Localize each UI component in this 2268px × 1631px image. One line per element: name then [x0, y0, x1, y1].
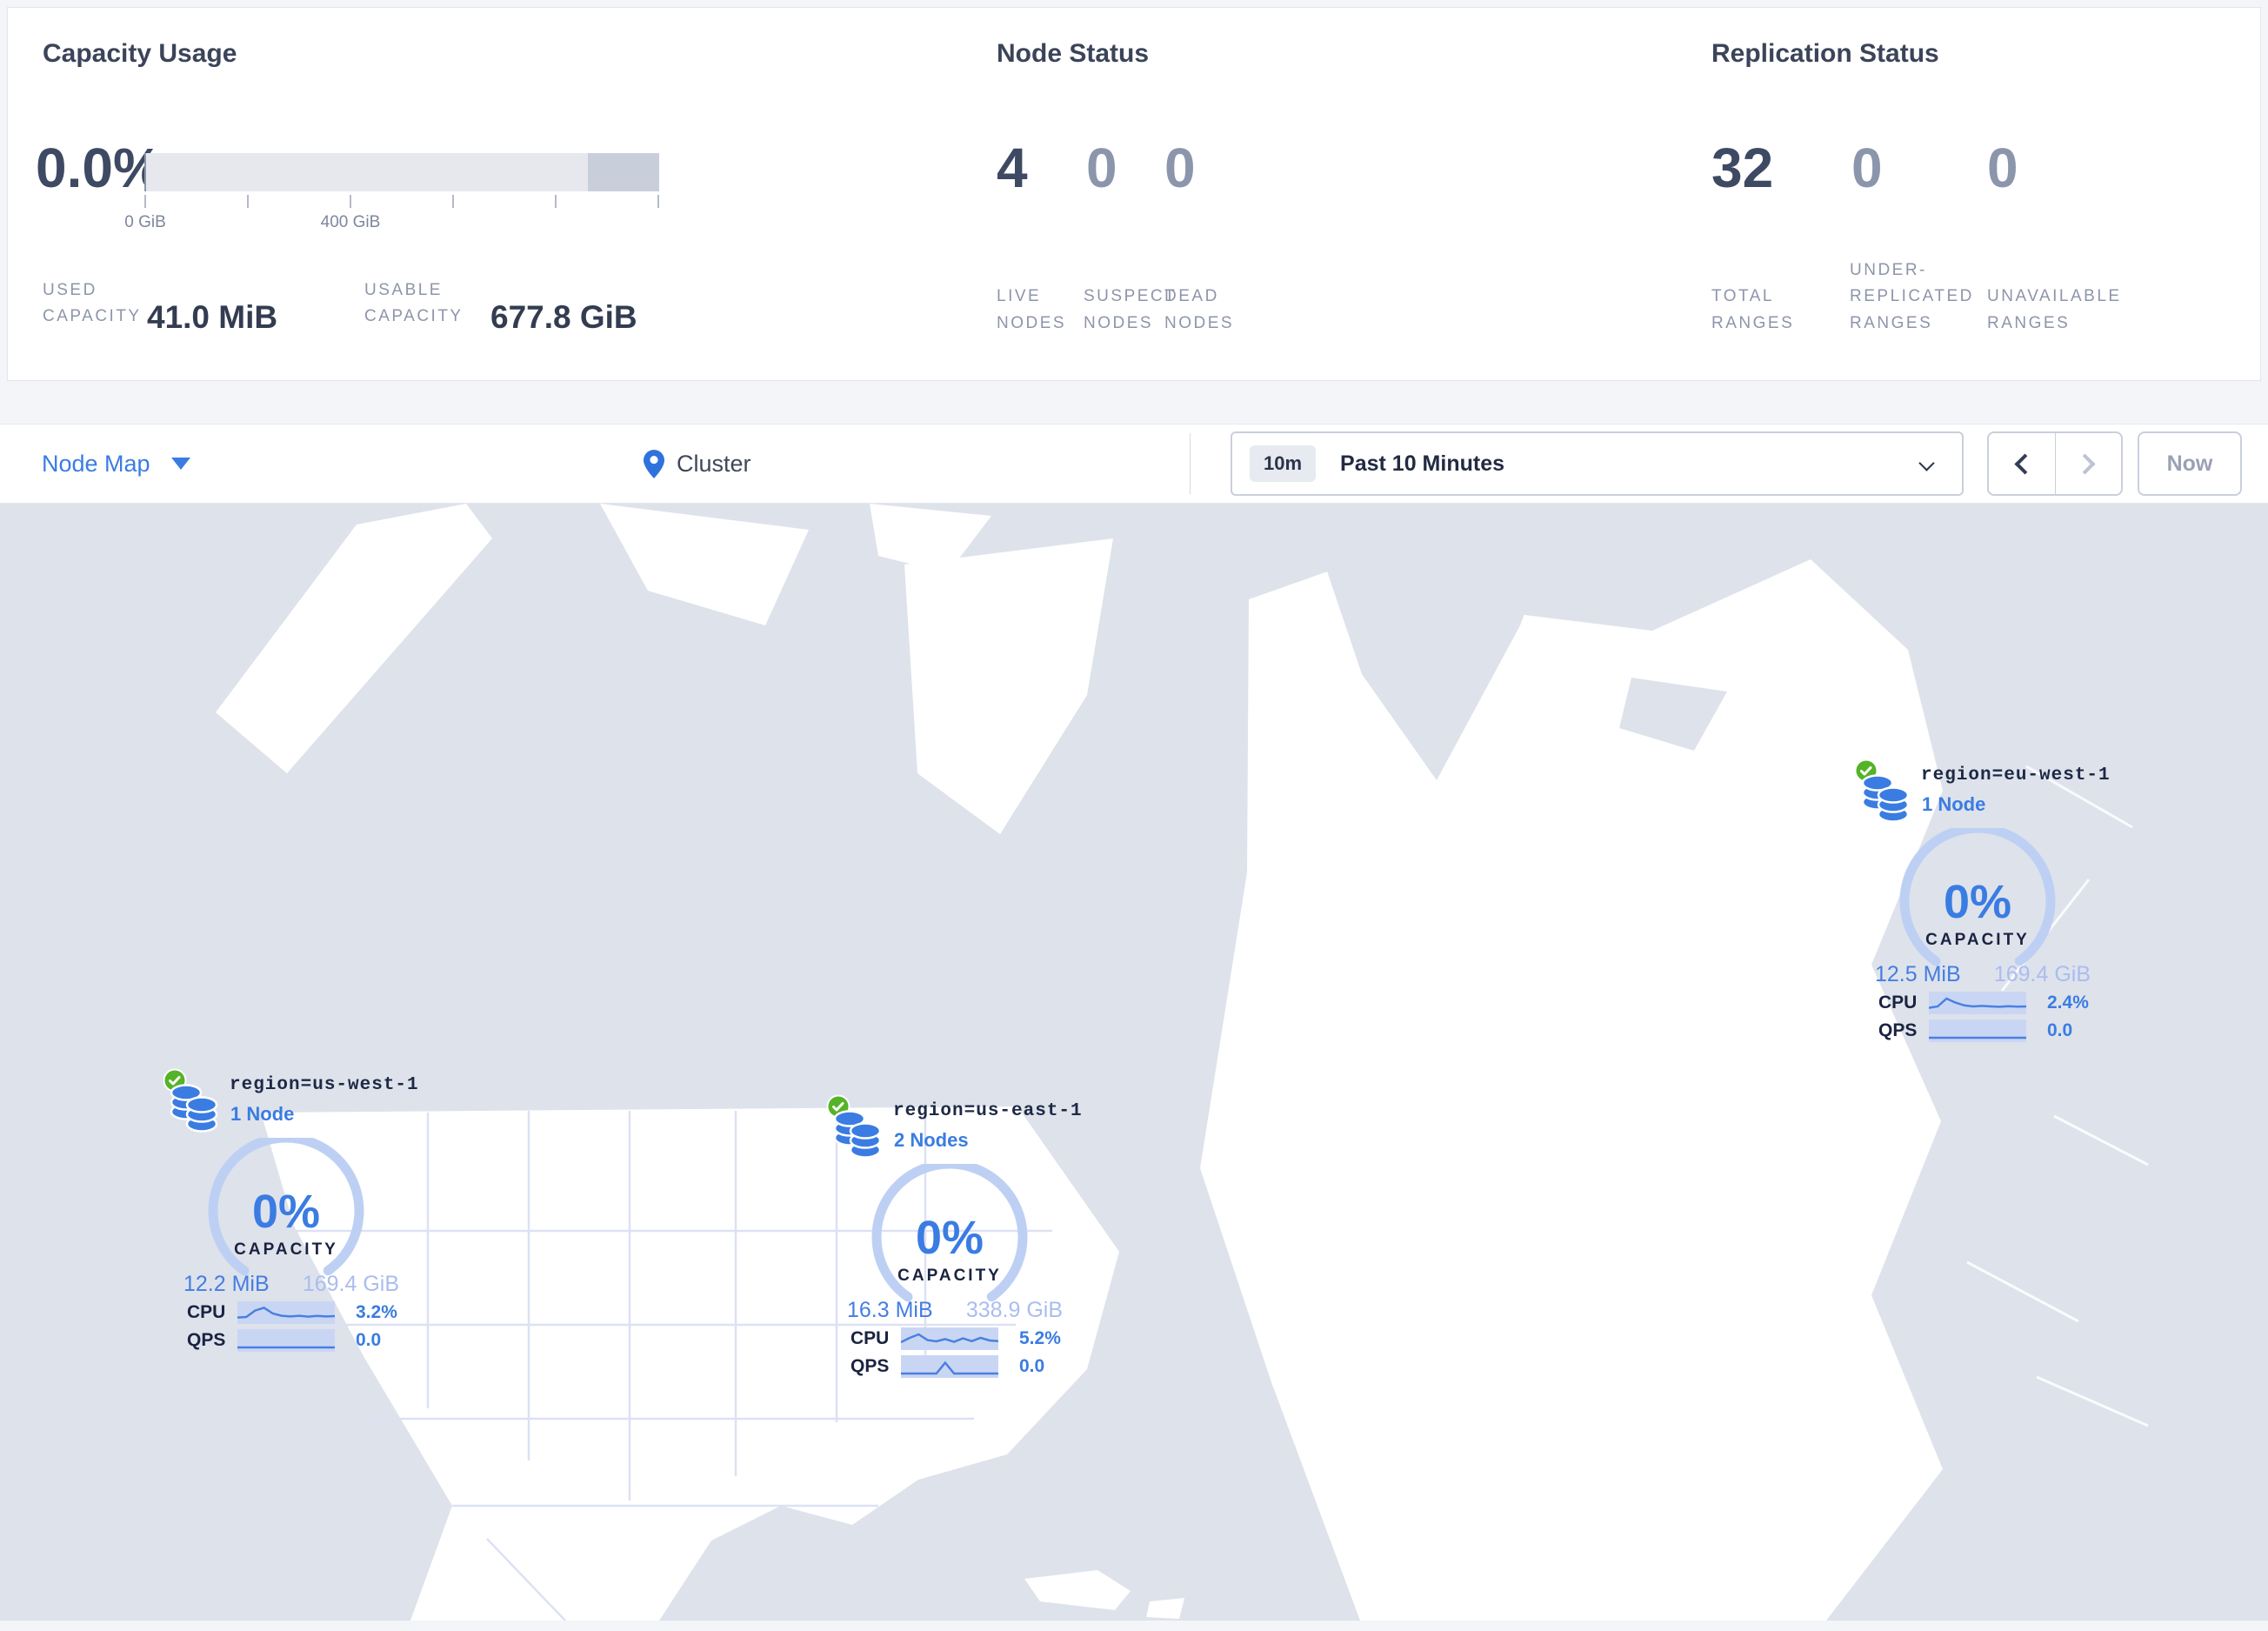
qps-value: 0.0	[356, 1330, 382, 1350]
region-used-capacity: 16.3 MiB	[847, 1298, 933, 1322]
view-selector-label: Node Map	[42, 450, 150, 477]
region-marker-eu-west-1[interactable]: region=eu-west-1 1 Node 0% CAPACITY 12.5…	[1854, 759, 2115, 1047]
toolbar-divider	[1190, 433, 1191, 494]
live-nodes-label: LIVE NODES	[997, 287, 1067, 332]
capacity-bar-reserved-segment	[588, 153, 659, 191]
qps-label: QPS	[187, 1330, 226, 1350]
suspect-nodes-label: SUSPECT NODES	[1084, 287, 1177, 332]
node-map-page: Capacity Usage 0.0% 0 GiB 400 GiB USED C…	[0, 0, 2268, 1631]
region-name: region=us-west-1	[230, 1075, 419, 1095]
qps-label: QPS	[1878, 1020, 1918, 1040]
node-status-title: Node Status	[997, 39, 1150, 68]
used-capacity-label: USED CAPACITY	[43, 281, 142, 326]
region-used-capacity: 12.5 MiB	[1875, 962, 1961, 986]
live-nodes-value: 4	[997, 137, 1028, 199]
capacity-axis-tick	[350, 195, 351, 208]
region-capacity-percent: 0%	[1943, 876, 2012, 928]
unavailable-ranges-label: UNAVAILABLE RANGES	[1987, 287, 2122, 332]
qps-sparkline	[901, 1355, 998, 1378]
under-replicated-ranges-label: UNDER- REPLICATED RANGES	[1850, 260, 1974, 332]
capacity-usage-title: Capacity Usage	[43, 39, 237, 68]
breadcrumb-cluster-label: Cluster	[677, 450, 751, 477]
time-range-badge: 10m	[1250, 445, 1317, 482]
region-name: region=eu-west-1	[1921, 765, 2111, 785]
world-map[interactable]: region=us-west-1 1 Node 0% CAPACITY 12.2…	[0, 504, 2268, 1621]
cluster-summary-panel: Capacity Usage 0.0% 0 GiB 400 GiB USED C…	[7, 7, 2261, 381]
cpu-sparkline	[237, 1301, 335, 1324]
database-stack-icon	[170, 1084, 218, 1133]
capacity-axis-tick	[452, 195, 454, 208]
view-selector-dropdown[interactable]: Node Map	[42, 424, 190, 503]
map-background	[0, 504, 2268, 1621]
region-capacity-percent: 0%	[915, 1212, 984, 1264]
capacity-axis-tick	[555, 195, 557, 208]
region-name: region=us-east-1	[893, 1101, 1083, 1121]
map-pin-icon	[644, 449, 664, 478]
cpu-label: CPU	[850, 1328, 890, 1348]
capacity-axis-tick	[657, 195, 659, 208]
unavailable-ranges-value: 0	[1987, 137, 2018, 199]
capacity-bar-used-segment	[144, 153, 146, 191]
region-usable-capacity: 338.9 GiB	[965, 1298, 1063, 1322]
cpu-value: 2.4%	[2047, 993, 2089, 1013]
chevron-down-icon	[1918, 455, 1935, 471]
database-stack-icon	[1861, 774, 1910, 823]
capacity-axis-tick	[144, 195, 146, 208]
total-ranges-label: TOTAL RANGES	[1711, 287, 1795, 332]
time-step-back-button[interactable]	[1989, 433, 2056, 494]
time-range-dropdown[interactable]: 10m Past 10 Minutes	[1231, 431, 1964, 496]
map-toolbar: Node Map Cluster 10m Past 10 Minutes Now	[0, 424, 2268, 504]
chevron-left-icon	[2014, 452, 2036, 475]
cpu-label: CPU	[1878, 993, 1918, 1013]
cpu-label: CPU	[187, 1302, 226, 1322]
region-marker-us-east-1[interactable]: region=us-east-1 2 Nodes 0% CAPACITY 16.…	[826, 1094, 1087, 1383]
database-stack-icon	[833, 1110, 882, 1159]
region-capacity-label: CAPACITY	[1925, 931, 2030, 949]
time-step-forward-button[interactable]	[2056, 433, 2122, 494]
region-marker-us-west-1[interactable]: region=us-west-1 1 Node 0% CAPACITY 12.2…	[163, 1068, 424, 1357]
now-button[interactable]: Now	[2138, 431, 2242, 496]
qps-sparkline	[1929, 1019, 2026, 1042]
time-step-buttons	[1987, 431, 2123, 496]
region-node-count: 1 Node	[230, 1103, 295, 1125]
capacity-axis-label-400: 400 GiB	[320, 213, 381, 231]
replication-status-title: Replication Status	[1711, 39, 1939, 68]
used-capacity-value: 41.0 MiB	[147, 299, 278, 335]
dead-nodes-label: DEAD NODES	[1164, 287, 1235, 332]
qps-value: 0.0	[1019, 1356, 1045, 1376]
region-node-count: 1 Node	[1922, 793, 1986, 815]
region-usable-capacity: 169.4 GiB	[1993, 962, 2091, 986]
region-usable-capacity: 169.4 GiB	[302, 1272, 399, 1296]
caret-down-icon	[170, 458, 190, 470]
breadcrumb[interactable]: Cluster	[644, 424, 751, 503]
suspect-nodes-value: 0	[1086, 137, 1117, 199]
cpu-sparkline	[901, 1327, 998, 1350]
region-used-capacity: 12.2 MiB	[183, 1272, 270, 1296]
time-range-label: Past 10 Minutes	[1340, 451, 1504, 476]
capacity-usage-bar	[144, 153, 659, 191]
capacity-axis-tick	[247, 195, 249, 208]
region-capacity-percent: 0%	[251, 1186, 321, 1238]
usable-capacity-value: 677.8 GiB	[490, 299, 637, 335]
chevron-right-icon	[2074, 452, 2096, 475]
cpu-value: 5.2%	[1019, 1328, 1061, 1348]
usable-capacity-label: USABLE CAPACITY	[364, 281, 464, 326]
capacity-usage-percent: 0.0%	[36, 137, 163, 199]
cpu-value: 3.2%	[356, 1302, 397, 1322]
dead-nodes-value: 0	[1164, 137, 1196, 199]
qps-sparkline	[237, 1329, 335, 1352]
region-capacity-label: CAPACITY	[897, 1267, 1002, 1285]
total-ranges-value: 32	[1711, 137, 1774, 199]
under-replicated-ranges-value: 0	[1851, 137, 1883, 199]
capacity-axis-label-0: 0 GiB	[124, 213, 166, 231]
region-capacity-label: CAPACITY	[234, 1240, 338, 1259]
qps-value: 0.0	[2047, 1020, 2073, 1040]
qps-label: QPS	[850, 1356, 890, 1376]
region-node-count: 2 Nodes	[894, 1129, 969, 1151]
cpu-sparkline	[1929, 992, 2026, 1014]
